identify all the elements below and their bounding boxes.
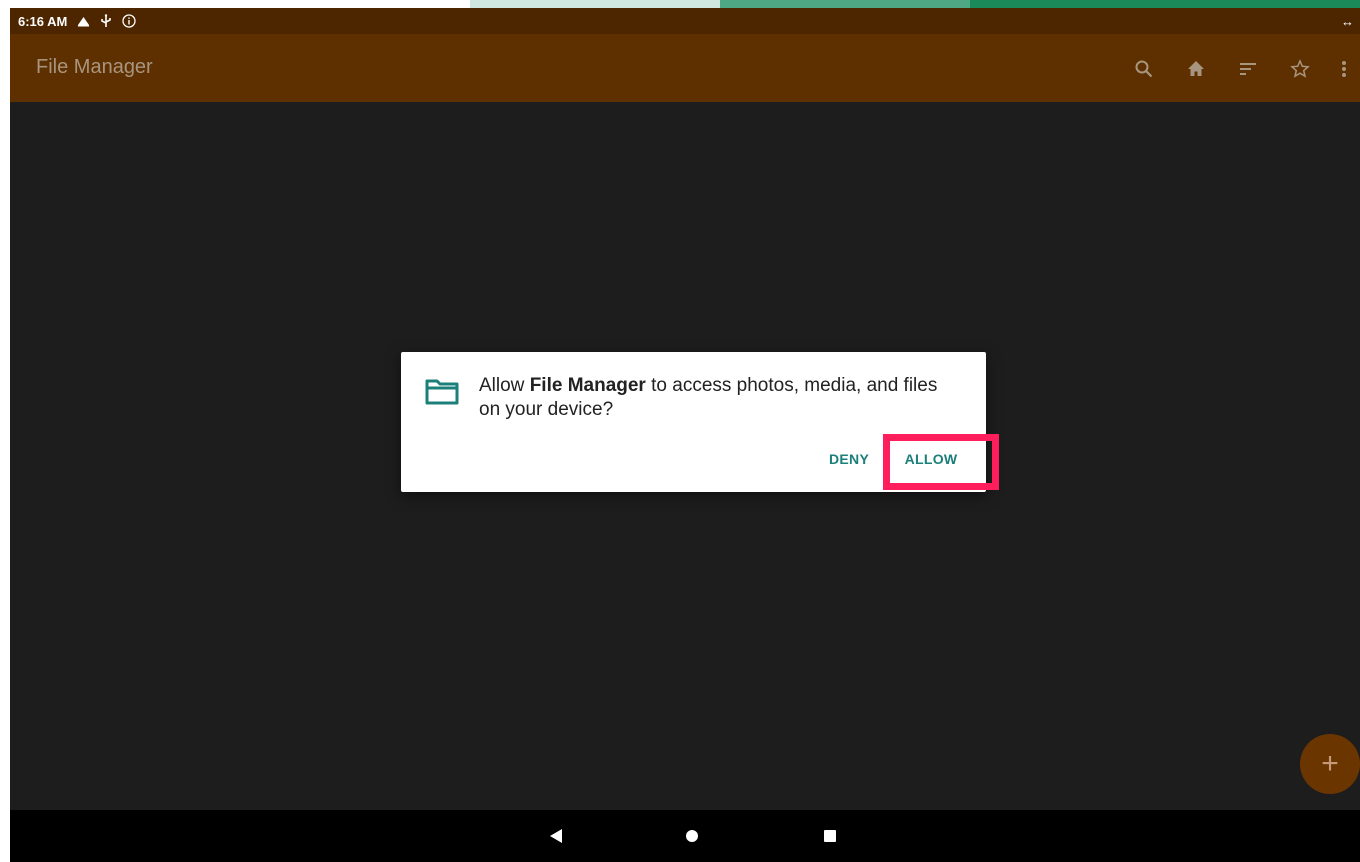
allow-highlight-box	[883, 434, 999, 490]
top-banner	[0, 0, 1360, 8]
usb-icon	[100, 14, 112, 28]
expand-horizontal-icon: ↔	[1341, 13, 1354, 29]
deny-button[interactable]: DENY	[829, 451, 869, 467]
navigation-bar	[10, 810, 1360, 862]
add-fab-button[interactable]: +	[1300, 734, 1360, 794]
recents-icon[interactable]	[818, 824, 842, 848]
device-screen: 6:16 AM ↔ File Manager Allow File Manage…	[10, 8, 1360, 862]
status-time: 6:16 AM	[18, 13, 68, 29]
app-name: File Manager	[529, 375, 646, 396]
info-icon	[122, 14, 137, 28]
status-bar: 6:16 AM ↔	[10, 8, 1360, 34]
home-icon[interactable]	[1183, 56, 1209, 82]
screen: 6:16 AM ↔ File Manager Allow File Manage…	[0, 0, 1360, 862]
app-bar: File Manager	[10, 34, 1360, 102]
add-icon: +	[1321, 747, 1339, 780]
home-circle-icon[interactable]	[680, 824, 704, 848]
banner-segment	[720, 0, 970, 8]
search-icon[interactable]	[1131, 56, 1157, 82]
signal-icon	[77, 15, 90, 27]
permission-message: Allow File Manager to access photos, med…	[479, 374, 959, 422]
banner-segment	[970, 0, 1360, 8]
banner-segment	[470, 0, 720, 8]
more-options-icon[interactable]	[1331, 56, 1357, 82]
folder-icon	[425, 378, 459, 406]
sort-icon[interactable]	[1235, 56, 1261, 82]
star-icon[interactable]	[1287, 56, 1313, 82]
message-prefix: Allow	[479, 375, 530, 396]
back-icon[interactable]	[544, 824, 568, 848]
app-title: File Manager	[36, 56, 153, 78]
